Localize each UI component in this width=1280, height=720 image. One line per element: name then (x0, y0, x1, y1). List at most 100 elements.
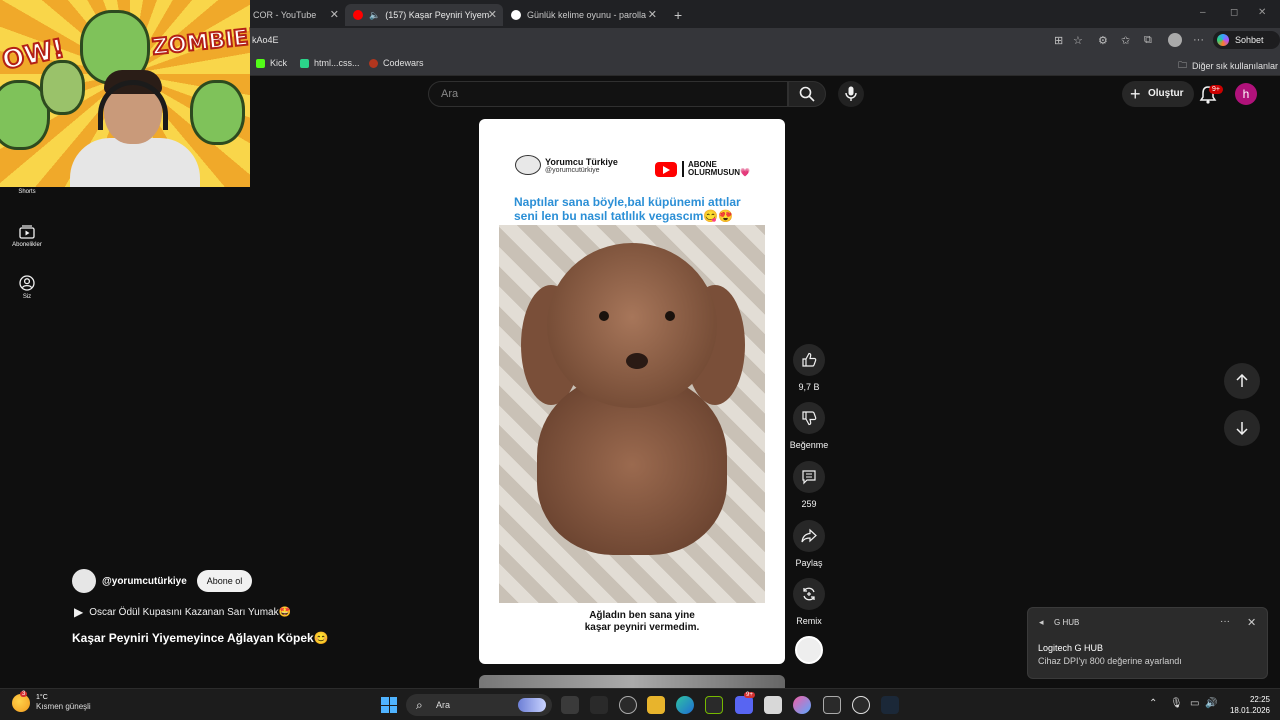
search-button[interactable] (788, 81, 826, 107)
obs-icon[interactable] (852, 696, 870, 714)
new-tab-button[interactable]: + (666, 4, 690, 26)
discord-icon[interactable] (735, 696, 753, 714)
create-button[interactable]: + Oluştur (1122, 81, 1194, 107)
bookmark-label: Codewars (383, 58, 424, 68)
copilot-chat-button[interactable]: Sohbet et (1213, 31, 1280, 63)
sidebar-label: Abonelikler (12, 242, 42, 248)
other-bookmarks-label: Diğer sık kullanılanlar (1192, 61, 1279, 71)
file-explorer-icon[interactable] (647, 696, 665, 714)
dislike-label: Beğenme (789, 440, 829, 450)
other-bookmarks-folder[interactable]: 🗀 Diğer sık kullanılanlar (1178, 58, 1278, 74)
video-brand-handle: @yorumcutürkiye (545, 166, 600, 174)
comment-count: 259 (801, 499, 817, 509)
bookmark-label: Kick (270, 58, 288, 68)
close-window-icon[interactable]: ✕ (1258, 7, 1266, 18)
weather-description: Kısmen güneşli (36, 702, 91, 711)
paint-icon[interactable] (764, 696, 782, 714)
youtube-logo-icon (655, 161, 677, 177)
video-title: Kaşar Peyniri Yiyemeyince Ağlayan Köpek😊 (72, 631, 329, 645)
profile-avatar[interactable] (1168, 33, 1182, 47)
create-label: Oluştur (1148, 88, 1184, 99)
sidebar-label: Siz (22, 294, 32, 300)
short-video-player[interactable]: Yorumcu Türkiye @yorumcutürkiye ABONE OL… (479, 119, 785, 664)
dislike-button[interactable]: Beğenme (788, 402, 830, 450)
channel-avatar[interactable] (72, 569, 96, 593)
next-short-preview[interactable] (479, 675, 785, 688)
play-icon: ▶ (74, 605, 84, 619)
steam-icon[interactable] (881, 696, 899, 714)
sun-icon: 3 (12, 690, 30, 712)
kick-icon (256, 58, 265, 68)
arrow-up-icon (1236, 374, 1248, 387)
user-avatar[interactable]: h (1235, 83, 1257, 105)
close-tab-icon[interactable]: ✕ (488, 8, 497, 21)
display-icon[interactable]: ▭ (1190, 698, 1199, 709)
task-view-icon[interactable] (561, 696, 579, 714)
playlist-link[interactable]: ▶ Oscar Ödül Kupasını Kazanan Sarı Yumak… (74, 605, 291, 619)
dog-photo: Ağladın ben sana yine kaşar peyniri verm… (499, 225, 765, 637)
volume-icon[interactable]: 🔊 (1205, 698, 1217, 709)
menu-dots-icon[interactable]: ··· (1193, 34, 1204, 46)
video-brand-name: Yorumcu Türkiye (545, 156, 618, 167)
nvidia-icon[interactable] (705, 696, 723, 714)
maximize-icon[interactable]: ◻ (1230, 7, 1238, 18)
video-brand-logo: Yorumcu Türkiye @yorumcutürkiye (515, 155, 618, 175)
tab-parolla[interactable]: Günlük kelime oyunu - parolla - K ✕ (503, 4, 663, 26)
sidebar-item-you[interactable]: Siz (0, 275, 54, 300)
voice-search-button[interactable] (838, 81, 864, 107)
notification-title: Logitech G HUB (1038, 643, 1104, 653)
favorite-star-icon[interactable]: ☆ (1073, 34, 1083, 47)
extension-icon[interactable]: ⚙ (1098, 34, 1108, 47)
tab-youtube-cor[interactable]: COR - YouTube ✕ (245, 4, 345, 26)
copilot-app-icon[interactable] (793, 696, 811, 714)
sidebar-item-shorts[interactable]: Shorts (0, 189, 54, 195)
chatgpt-icon[interactable] (619, 696, 637, 714)
channel-avatar-small[interactable] (795, 636, 823, 664)
weather-widget[interactable]: 3 1°C Kısmen güneşli (12, 690, 91, 712)
dog-head (547, 243, 717, 408)
channel-name[interactable]: @yorumcutürkiye (102, 576, 187, 587)
app-available-icon[interactable]: ⊞ (1054, 34, 1063, 47)
more-options-icon[interactable]: ··· (1220, 616, 1230, 627)
close-tab-icon[interactable]: ✕ (330, 8, 339, 21)
close-tab-icon[interactable]: ✕ (648, 8, 657, 21)
chevron-up-icon[interactable]: ⌃ (1149, 698, 1157, 709)
like-button[interactable]: 9,7 B (788, 344, 830, 392)
next-short-button[interactable] (1224, 410, 1260, 446)
edge-icon[interactable] (676, 696, 694, 714)
bookmark-html-css[interactable]: html...css... (300, 58, 360, 68)
remix-button[interactable]: Remix (788, 578, 830, 626)
copilot-taskbar-icon[interactable] (590, 696, 608, 714)
previous-short-button[interactable] (1224, 363, 1260, 399)
taskbar-search[interactable]: Ara (406, 694, 552, 716)
settings-gear-icon[interactable] (823, 696, 841, 714)
parolla-favicon-icon (511, 10, 521, 20)
close-icon[interactable]: ✕ (1247, 616, 1256, 629)
favorites-icon[interactable]: ✩ (1121, 34, 1130, 47)
system-clock[interactable]: 22:25 18.01.2026 (1228, 694, 1270, 716)
comments-button[interactable]: 259 (788, 461, 830, 509)
tab-title: COR - YouTube (253, 10, 317, 20)
tab-current-video[interactable]: 🔈 (157) Kaşar Peyniri Yiyemeyinc ✕ (345, 4, 503, 26)
subscribe-button[interactable]: Abone ol (196, 570, 253, 592)
subscribe-sticker-text: ABONE OLURMUSUN💗 (682, 161, 754, 177)
url-field[interactable]: kAo4E (252, 35, 279, 45)
thumbs-up-icon (802, 352, 817, 367)
copilot-icon (1217, 34, 1229, 46)
microphone-tray-icon[interactable]: 🎙 (1170, 698, 1183, 709)
bookmark-codewars[interactable]: Codewars (369, 58, 424, 68)
collections-icon[interactable]: ⧉ (1144, 34, 1152, 47)
sidebar-label: Shorts (18, 189, 36, 195)
clock-time: 22:25 (1249, 695, 1270, 704)
minimize-icon[interactable]: – (1200, 7, 1206, 18)
notifications-badge: 9+ (1209, 85, 1223, 94)
start-button[interactable] (381, 697, 397, 713)
plus-icon: + (1130, 84, 1141, 104)
sidebar-item-subscriptions[interactable]: Abonelikler (0, 225, 54, 248)
dog-eye (665, 311, 675, 321)
search-input[interactable]: Ara (428, 81, 788, 107)
share-button[interactable]: Paylaş (788, 520, 830, 568)
notification-toast[interactable]: ◂ G HUB ··· ✕ Logitech G HUB Cihaz DPI'y… (1027, 607, 1268, 679)
ghub-icon: ◂ (1039, 617, 1044, 627)
bookmark-kick[interactable]: Kick (256, 58, 287, 68)
